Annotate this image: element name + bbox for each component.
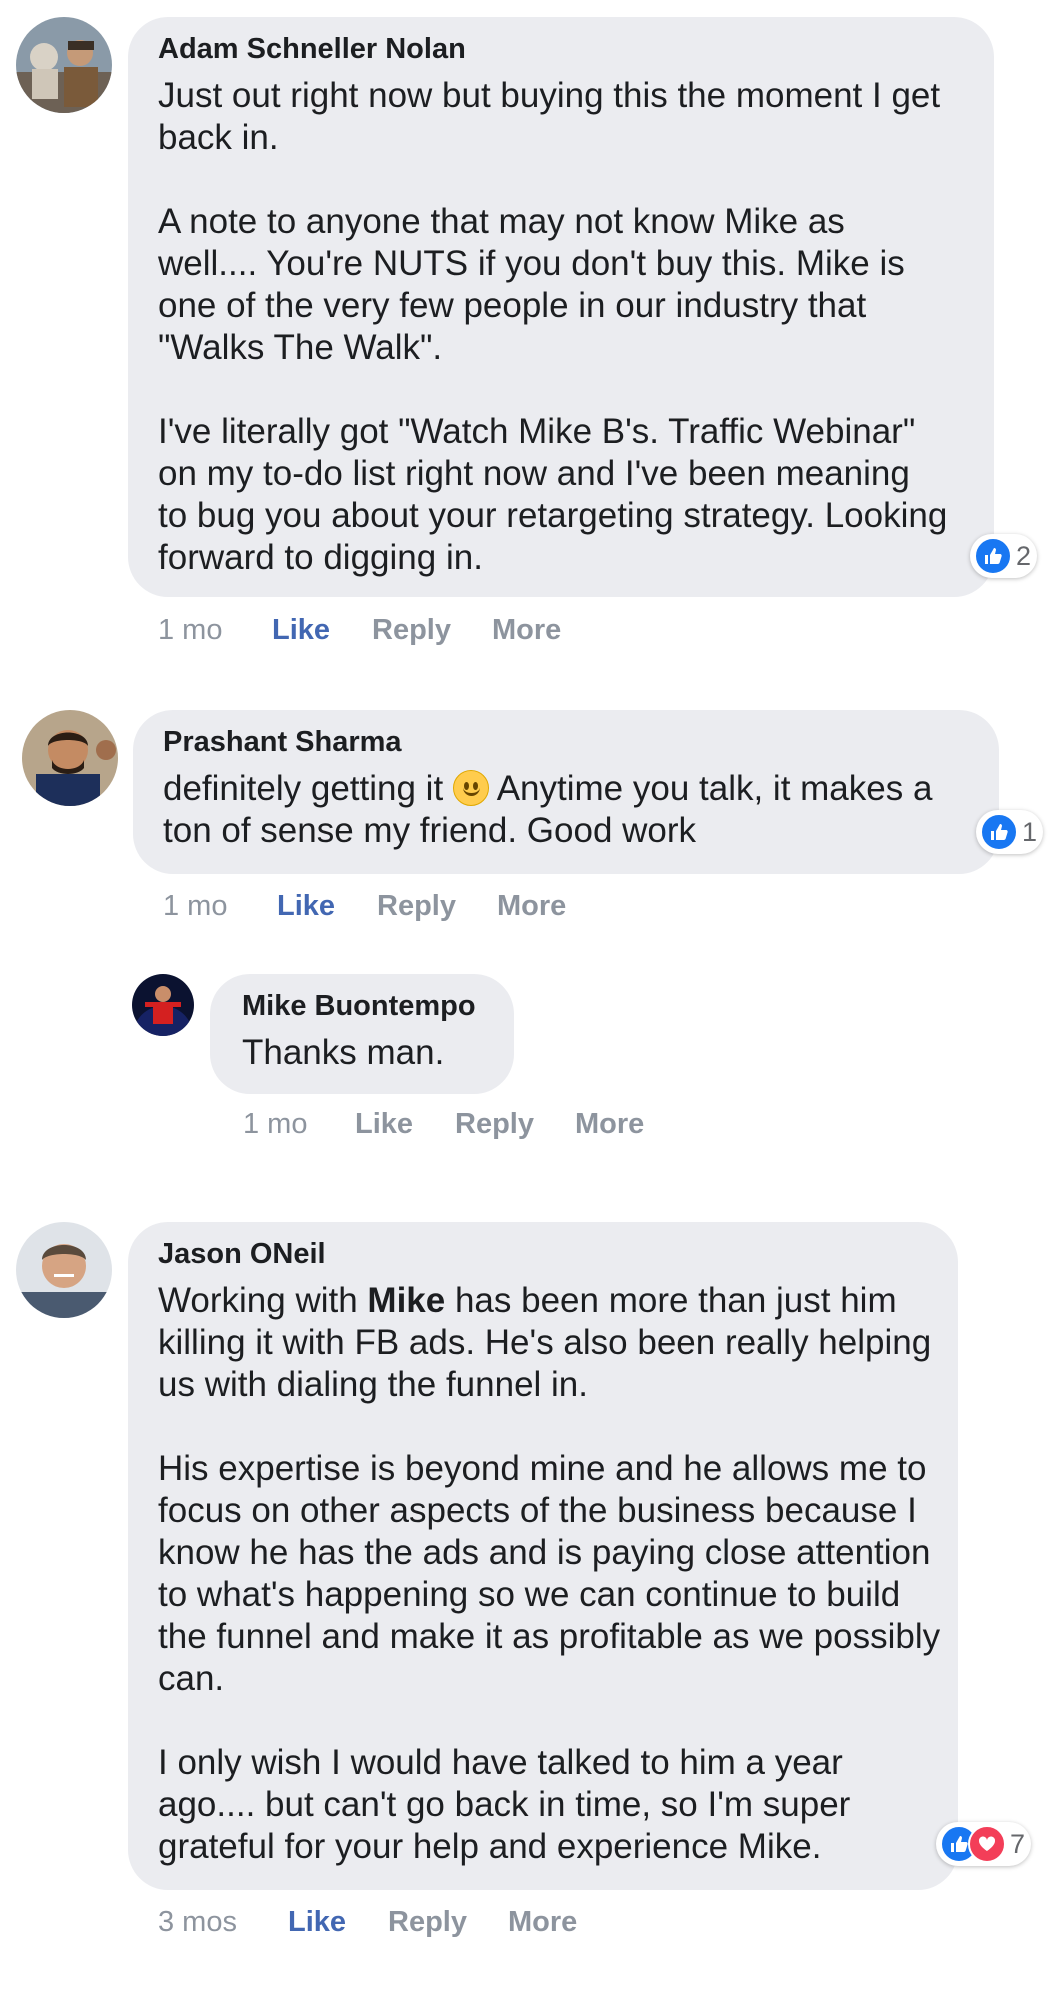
- comment-text: Just out right now but buying this the m…: [158, 75, 948, 579]
- comment-timestamp[interactable]: 3 mos: [158, 1904, 237, 1940]
- reply-button[interactable]: Reply: [377, 888, 456, 924]
- comment-actions: 1 mo Like Reply More: [158, 612, 658, 652]
- reply-bubble: Mike Buontempo Thanks man.: [210, 974, 514, 1094]
- comment-timestamp[interactable]: 1 mo: [163, 888, 227, 924]
- reply-button[interactable]: Reply: [372, 612, 451, 648]
- more-button[interactable]: More: [508, 1904, 577, 1940]
- like-button[interactable]: Like: [355, 1106, 413, 1142]
- comment-bubble: Prashant Sharma definitely getting it An…: [133, 710, 999, 874]
- reply-button[interactable]: Reply: [388, 1904, 467, 1940]
- comment-text: Working with Mike has been more than jus…: [158, 1280, 948, 1868]
- comment-text-part: Working with: [158, 1281, 368, 1320]
- comment-paragraph: I only wish I would have talked to him a…: [158, 1743, 851, 1866]
- comment-author[interactable]: Jason ONeil: [158, 1236, 928, 1272]
- comment-actions: 3 mos Like Reply More: [158, 1904, 658, 1944]
- like-icon: [980, 813, 1018, 851]
- comment-paragraph: His expertise is beyond mine and he allo…: [158, 1449, 941, 1698]
- avatar[interactable]: [22, 710, 118, 806]
- comment-paragraph: Working with Mike has been more than jus…: [158, 1280, 948, 1406]
- reaction-summary[interactable]: 7: [936, 1822, 1032, 1866]
- comment-text-part: definitely getting it: [163, 769, 444, 808]
- comment-text: definitely getting it Anytime you talk, …: [163, 768, 973, 852]
- mentioned-name[interactable]: Mike: [367, 1281, 445, 1320]
- like-button[interactable]: Like: [277, 888, 335, 924]
- comment-paragraph: I've literally got "Watch Mike B's. Traf…: [158, 412, 948, 577]
- comment-actions: 1 mo Like Reply More: [243, 1106, 743, 1146]
- comment-paragraph: Just out right now but buying this the m…: [158, 76, 941, 157]
- like-button[interactable]: Like: [272, 612, 330, 648]
- reaction-count: 2: [1016, 540, 1032, 571]
- more-button[interactable]: More: [497, 888, 566, 924]
- reaction-count: 7: [1010, 1828, 1026, 1859]
- comment-timestamp[interactable]: 1 mo: [158, 612, 222, 648]
- more-button[interactable]: More: [492, 612, 561, 648]
- comment-bubble: Jason ONeil Working with Mike has been m…: [128, 1222, 958, 1890]
- comment-author[interactable]: Prashant Sharma: [163, 724, 969, 760]
- reply-button[interactable]: Reply: [455, 1106, 534, 1142]
- like-button[interactable]: Like: [288, 1904, 346, 1940]
- avatar[interactable]: [16, 17, 112, 113]
- comment-actions: 1 mo Like Reply More: [163, 888, 663, 928]
- comment-timestamp[interactable]: 1 mo: [243, 1106, 307, 1142]
- comment-text: Thanks man.: [242, 1033, 445, 1072]
- more-button[interactable]: More: [575, 1106, 644, 1142]
- like-icon: [974, 537, 1012, 575]
- avatar[interactable]: [16, 1222, 112, 1318]
- slightly-smiling-face-emoji: [452, 770, 489, 806]
- reaction-summary[interactable]: 2: [970, 534, 1038, 578]
- comment-bubble: Adam Schneller Nolan Just out right now …: [128, 17, 994, 597]
- comment-author[interactable]: Adam Schneller Nolan: [158, 31, 964, 67]
- reaction-count: 1: [1022, 816, 1038, 847]
- avatar[interactable]: [132, 974, 194, 1036]
- love-icon: [968, 1825, 1006, 1863]
- comment-author[interactable]: Mike Buontempo: [242, 988, 484, 1024]
- comment-paragraph: A note to anyone that may not know Mike …: [158, 202, 905, 367]
- reaction-summary[interactable]: 1: [976, 810, 1044, 854]
